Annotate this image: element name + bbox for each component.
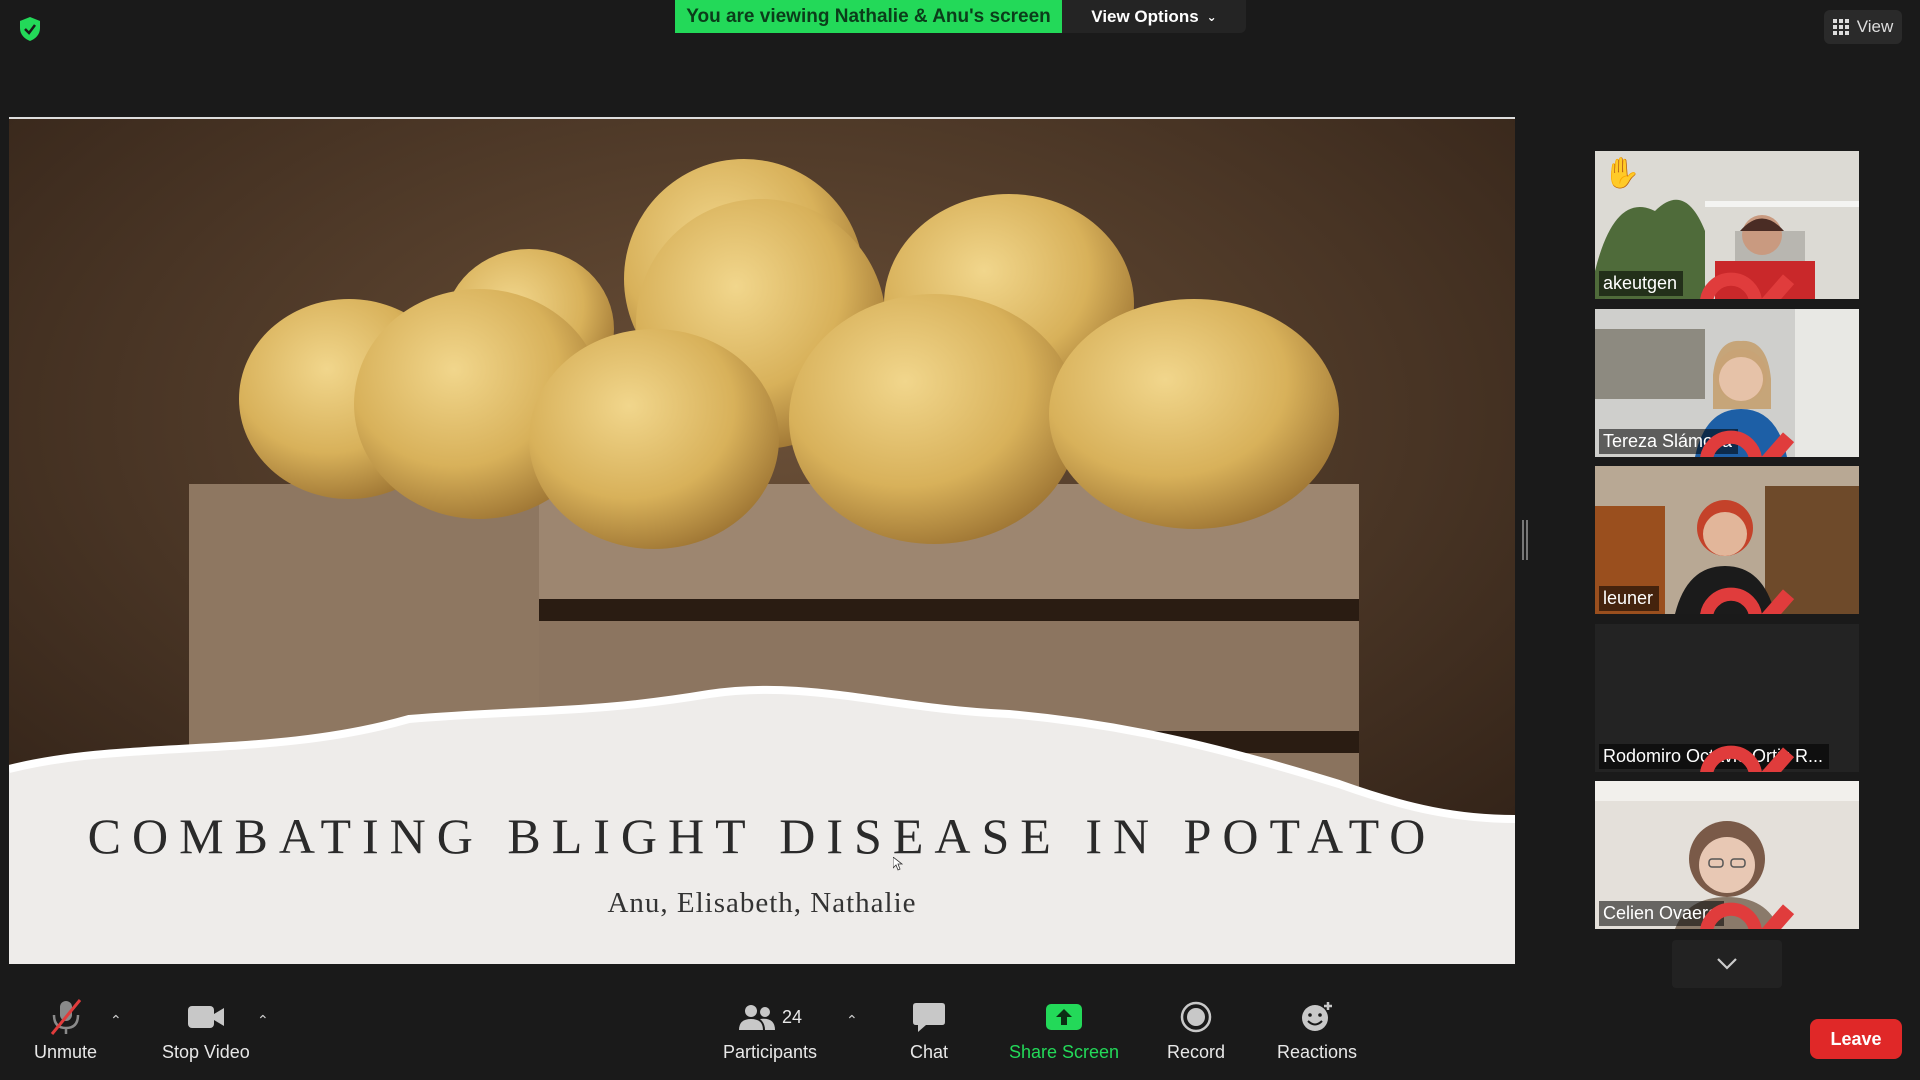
participant-count: 24: [782, 1006, 803, 1027]
unmute-label: Unmute: [34, 1042, 98, 1062]
participant-tile[interactable]: Rodomiro Octavio Ortiz R...: [1595, 624, 1859, 772]
view-options-label: View Options: [1091, 6, 1199, 26]
leave-meeting-button[interactable]: Leave: [1810, 1019, 1902, 1059]
chat-bubble-icon: [913, 1003, 946, 1032]
mic-muted-icon: [1700, 272, 1795, 299]
chevron-down-icon: ⌄: [1206, 9, 1217, 24]
view-layout-button[interactable]: View: [1824, 10, 1902, 44]
screen-share-banner-text: You are viewing Nathalie & Anu's screen: [686, 5, 1051, 27]
mic-muted-icon: [1700, 587, 1795, 614]
reactions-smiley-icon: [1302, 1002, 1333, 1031]
stop-video-button[interactable]: Stop Video: [162, 996, 250, 1063]
raised-hand-icon: ✋: [1603, 157, 1641, 190]
participant-tile[interactable]: Tereza Slámová: [1595, 309, 1859, 457]
chat-button[interactable]: Chat: [910, 996, 948, 1063]
record-button[interactable]: Record: [1167, 996, 1225, 1063]
mic-muted-icon: [1700, 902, 1795, 929]
slide-title: COMBATING BLIGHT DISEASE IN POTATO: [87, 808, 1437, 864]
chat-label: Chat: [910, 1042, 949, 1062]
stop-video-label: Stop Video: [162, 1042, 250, 1062]
unmute-button[interactable]: Unmute: [34, 996, 97, 1063]
shared-screen-slide[interactable]: COMBATING BLIGHT DISEASE IN POTATO Anu, …: [9, 117, 1515, 964]
participant-name-tag: Rodomiro Octavio Ortiz R...: [1599, 744, 1830, 772]
mic-muted-icon: [1700, 745, 1795, 772]
slide-subtitle: Anu, Elisabeth, Nathalie: [607, 887, 917, 919]
mouse-cursor-icon: [893, 857, 903, 871]
participant-name-tag: Tereza Slámová: [1599, 429, 1795, 457]
share-screen-label: Share Screen: [1009, 1042, 1120, 1062]
share-screen-icon: [1046, 1004, 1083, 1030]
share-screen-button[interactable]: Share Screen: [1009, 996, 1119, 1063]
participants-icon: [739, 1005, 775, 1030]
meeting-toolbar: Unmute ⌃ Stop Video ⌃ 24 Participants ⌃ …: [0, 990, 1920, 1080]
participants-options-caret[interactable]: ⌃: [846, 1012, 858, 1029]
security-shield-icon[interactable]: [18, 16, 42, 42]
zoom-meeting-window: You are viewing Nathalie & Anu's screen …: [0, 0, 1920, 1080]
gallery-scroll-down-button[interactable]: [1672, 940, 1782, 988]
chevron-down-icon: [1717, 958, 1737, 970]
leave-label: Leave: [1830, 1028, 1882, 1049]
view-options-button[interactable]: View Options ⌄: [1062, 0, 1246, 33]
audio-options-caret[interactable]: ⌃: [110, 1012, 122, 1029]
grid-icon: [1832, 19, 1849, 35]
participant-name-tag: akeutgen: [1599, 271, 1795, 299]
reactions-button[interactable]: Reactions: [1277, 996, 1357, 1063]
participant-tile[interactable]: leuner: [1595, 466, 1859, 614]
participant-tile[interactable]: Celien Ovaere: [1595, 781, 1859, 929]
video-camera-icon: [187, 1006, 224, 1028]
mic-muted-icon: [50, 999, 81, 1035]
participants-button[interactable]: 24 Participants: [723, 996, 817, 1063]
participants-label: Participants: [723, 1042, 818, 1062]
record-label: Record: [1167, 1042, 1226, 1062]
participant-name-tag: Celien Ovaere: [1599, 901, 1795, 929]
participant-tile[interactable]: ✋ akeutgen: [1595, 151, 1859, 299]
reactions-label: Reactions: [1277, 1042, 1358, 1062]
participant-name-tag: leuner: [1599, 586, 1795, 614]
view-layout-label: View: [1856, 17, 1894, 36]
screen-share-banner: You are viewing Nathalie & Anu's screen: [675, 0, 1062, 33]
panel-resize-handle[interactable]: [1522, 520, 1528, 560]
video-options-caret[interactable]: ⌃: [257, 1012, 269, 1029]
record-icon: [1180, 1001, 1212, 1033]
mic-muted-icon: [1700, 430, 1795, 457]
